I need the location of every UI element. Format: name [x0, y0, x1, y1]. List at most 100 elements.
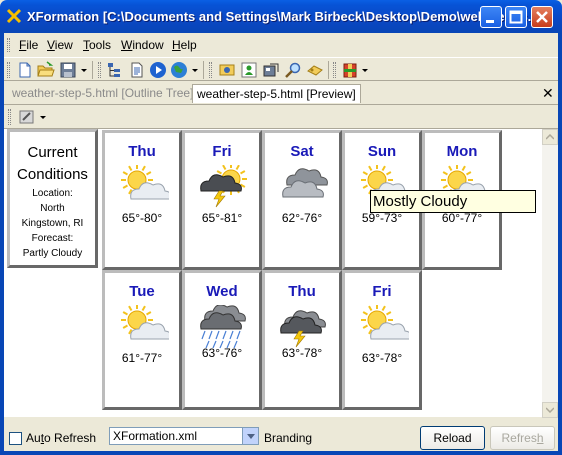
forecast-temperature: 62°-76° [281, 211, 323, 225]
preview-options-dropdown-arrow[interactable] [40, 116, 46, 119]
forecast-day-label: Tue [129, 283, 155, 300]
forecast-temperature: 65°-80° [121, 211, 163, 225]
toolbar-grip-4[interactable] [333, 62, 336, 78]
menu-file[interactable]: File [19, 38, 38, 52]
bottom-bar: Auto Refresh XFormation.xml Branding Rel… [4, 417, 558, 451]
properties-icon[interactable] [262, 61, 280, 79]
menu-view[interactable]: View [47, 38, 73, 52]
forecast-temperature: 61°-77° [121, 351, 163, 365]
forecast-day-cell: Wed 63°-76° [182, 270, 262, 410]
scroll-down-button[interactable] [542, 402, 558, 418]
forecast-temperature: 63°-78° [361, 351, 403, 365]
menubar-grip[interactable] [7, 38, 10, 52]
partly-cloudy-icon [121, 305, 169, 340]
current-conditions-panel: Current Conditions Location: North Kingst… [7, 129, 98, 268]
tab-preview[interactable]: weather-step-5.html [Preview] [192, 84, 361, 103]
close-tab-icon[interactable]: ✕ [542, 85, 554, 102]
package-icon[interactable] [341, 61, 359, 79]
open-folder-icon[interactable] [37, 61, 55, 79]
new-document-icon[interactable] [16, 61, 34, 79]
vertical-scrollbar[interactable] [542, 129, 558, 418]
globe-icon[interactable] [170, 61, 188, 79]
forecast-temperature: 60°-77° [441, 211, 483, 225]
chevron-down-icon[interactable] [242, 428, 258, 444]
forecast-day-cell: Thu 63°-78° [262, 270, 342, 410]
minimize-icon [486, 20, 494, 23]
close-icon [536, 11, 548, 23]
forecast-temperature: 59°-73° [361, 211, 403, 225]
refresh-button[interactable]: Refresh [490, 426, 555, 450]
forecast-temperature: 65°-81° [201, 211, 243, 225]
globe-dropdown-arrow[interactable] [192, 69, 198, 72]
forecast-day-label: Sun [367, 143, 397, 160]
thunderstorm-icon [280, 310, 326, 348]
toolbar-grip-2[interactable] [98, 62, 101, 78]
forecast-day-cell: Tue 61°-77° [102, 270, 182, 410]
forecast-day-label: Thu [288, 283, 316, 300]
partly-cloudy-icon [121, 165, 169, 200]
menu-window[interactable]: Window [121, 38, 164, 52]
menu-tools[interactable]: Tools [83, 38, 111, 52]
page-icon[interactable] [128, 61, 146, 79]
find-icon[interactable] [284, 61, 302, 79]
maximize-button[interactable] [505, 6, 527, 28]
tab-outline-tree[interactable]: weather-step-5.html [Outline Tree] [8, 84, 197, 103]
forecast-day-label: Wed [206, 283, 238, 300]
forecast-day-label: Thu [128, 143, 156, 160]
forecast-day-label: Mon [446, 143, 478, 160]
forecast-day-label: Fri [212, 143, 232, 160]
config-file-value: XFormation.xml [113, 429, 198, 443]
preview-toolbar [4, 104, 558, 128]
forecast-day-label: Sat [290, 143, 314, 160]
location-line2: Kingstown, RI [21, 218, 84, 229]
play-icon[interactable] [149, 61, 167, 79]
image-icon[interactable] [218, 61, 236, 79]
forecast-day-label: Fri [372, 283, 392, 300]
title-bar: XFormation [C:\Documents and Settings\Ma… [0, 0, 562, 33]
tree-view-icon[interactable] [106, 61, 124, 79]
location-label: Location: [32, 188, 73, 199]
menu-bar: File View Tools Window Help [4, 35, 558, 55]
location-line1: North [40, 203, 65, 214]
forecast-day-cell: Fri 63°-78° [342, 270, 422, 410]
thunderstorm-sun-icon [200, 165, 247, 208]
maximize-icon [509, 10, 523, 24]
link-icon[interactable] [306, 61, 324, 79]
forecast-temperature: 63°-78° [281, 346, 323, 360]
toolbar-separator-3 [328, 61, 329, 79]
partly-cloudy-icon [361, 305, 409, 340]
toolbar-grip-3[interactable] [209, 62, 212, 78]
config-file-select[interactable]: XFormation.xml [109, 427, 259, 445]
close-window-button[interactable] [531, 6, 553, 28]
toolbar-grip[interactable] [7, 62, 10, 78]
forecast-day-cell: Sat 62°-76° [262, 130, 342, 270]
save-dropdown-arrow[interactable] [81, 69, 87, 72]
forecast-day-cell: Fri 65°-81° [182, 130, 262, 270]
auto-refresh-checkbox[interactable] [9, 432, 22, 445]
chevron-down-icon [546, 407, 554, 413]
auto-refresh-label[interactable]: Auto Refresh [26, 431, 96, 445]
toolbar-separator [92, 61, 93, 79]
preview-toolbar-grip[interactable] [8, 109, 11, 125]
current-heading: Current Conditions [17, 144, 88, 183]
forecast-day-cell: Thu 65°-80° [102, 130, 182, 270]
weather-tooltip: Mostly Cloudy [370, 190, 536, 213]
app-icon [6, 8, 22, 24]
branding-label: Branding [264, 431, 313, 445]
rain-icon [200, 305, 246, 349]
package-dropdown-arrow[interactable] [362, 69, 368, 72]
forecast-value: Partly Cloudy [22, 248, 83, 259]
users-icon[interactable] [240, 61, 258, 79]
cloudy-icon [282, 168, 328, 198]
save-icon[interactable] [59, 61, 77, 79]
preview-options-icon[interactable] [18, 108, 36, 126]
forecast-temperature: 63°-76° [201, 346, 243, 360]
chevron-up-icon [546, 134, 554, 140]
reload-button[interactable]: Reload [420, 426, 485, 450]
forecast-label: Forecast: [31, 233, 74, 244]
toolbar-separator-2 [203, 61, 204, 79]
document-tabs: weather-step-5.html [Outline Tree] weath… [4, 83, 558, 103]
menu-help[interactable]: Help [172, 38, 197, 52]
scroll-up-button[interactable] [542, 129, 558, 145]
minimize-button[interactable] [480, 6, 502, 28]
